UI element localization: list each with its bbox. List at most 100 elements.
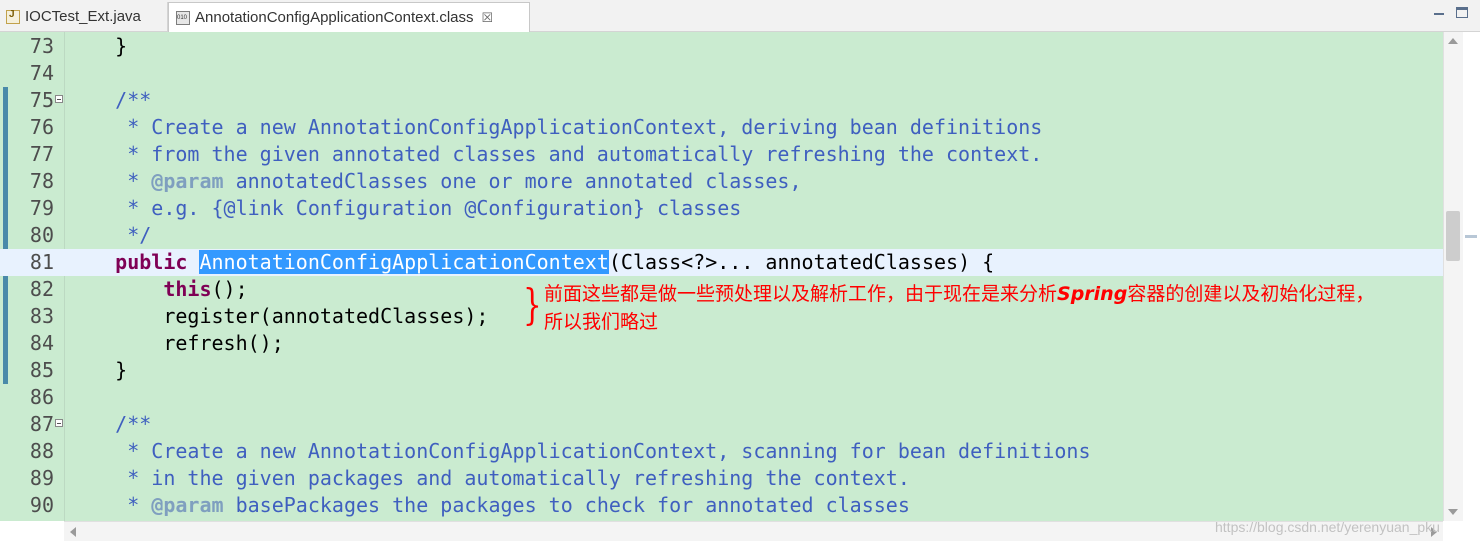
- code-token: /**: [67, 412, 152, 436]
- code-token: ();: [211, 277, 248, 301]
- line-number: 86: [29, 385, 54, 409]
- line-number: 81: [29, 250, 54, 274]
- line-number: 80: [29, 223, 54, 247]
- scroll-down-icon[interactable]: [1448, 509, 1458, 515]
- code-token: *: [67, 169, 152, 193]
- code-line[interactable]: 75 /**: [0, 87, 1443, 114]
- line-number: 89: [29, 466, 54, 490]
- line-number: 79: [29, 196, 54, 220]
- code-token: * Create a new AnnotationConfigApplicati…: [67, 115, 1043, 139]
- class-file-icon: [176, 10, 190, 25]
- minimize-icon[interactable]: [1432, 6, 1446, 20]
- line-number: 77: [29, 142, 54, 166]
- code-text: * @param basePackages the packages to ch…: [67, 492, 910, 519]
- code-line[interactable]: 88 * Create a new AnnotationConfigApplic…: [0, 438, 1443, 465]
- code-text: * from the given annotated classes and a…: [67, 141, 1042, 168]
- java-file-icon: [6, 9, 20, 24]
- editor-tab-bar: IOCTest_Ext.java AnnotationConfigApplica…: [0, 0, 1480, 32]
- code-text: * e.g. {@link Configuration @Configurati…: [67, 195, 741, 222]
- code-token: * in the given packages and automaticall…: [67, 466, 910, 490]
- code-line[interactable]: 74: [0, 60, 1443, 87]
- code-token: *: [67, 493, 152, 517]
- code-text: /**: [67, 87, 151, 114]
- code-token: refresh();: [67, 331, 284, 355]
- scroll-left-icon[interactable]: [70, 527, 76, 537]
- line-number: 88: [29, 439, 54, 463]
- code-text: register(annotatedClasses);: [67, 303, 488, 330]
- code-token: /**: [67, 88, 152, 112]
- code-line[interactable]: 87 /**: [0, 411, 1443, 438]
- code-token: */: [67, 223, 152, 247]
- code-token: @param: [151, 169, 224, 193]
- selected-token: AnnotationConfigApplicationContext: [199, 250, 609, 274]
- code-text: }: [67, 33, 127, 60]
- tab-ioctest-ext[interactable]: IOCTest_Ext.java: [0, 2, 168, 31]
- line-number: 84: [29, 331, 54, 355]
- code-text: * @param annotatedClasses one or more an…: [67, 168, 802, 195]
- tab-label: AnnotationConfigApplicationContext.class: [195, 9, 474, 26]
- code-line[interactable]: 85 }: [0, 357, 1443, 384]
- code-line[interactable]: 90 * @param basePackages the packages to…: [0, 492, 1443, 519]
- code-token: * e.g. {@link Configuration @Configurati…: [67, 196, 742, 220]
- line-number: 73: [29, 34, 54, 58]
- line-number: 78: [29, 169, 54, 193]
- vertical-scrollbar[interactable]: [1443, 32, 1463, 521]
- code-token: public: [115, 250, 188, 274]
- code-token: }: [67, 358, 128, 382]
- code-text: refresh();: [67, 330, 284, 357]
- code-token: basePackages the packages to check for a…: [223, 493, 910, 517]
- code-token: * Create a new AnnotationConfigApplicati…: [67, 439, 1091, 463]
- code-text: }: [67, 357, 127, 384]
- code-editor[interactable]: 73 } 74 75 /** 76 * Create a new Annotation…: [0, 32, 1462, 521]
- line-number: 82: [29, 277, 54, 301]
- code-line[interactable]: 80 */: [0, 222, 1443, 249]
- scroll-up-icon[interactable]: [1448, 38, 1458, 44]
- code-text: this();: [67, 276, 248, 303]
- fold-toggle-icon[interactable]: [55, 95, 63, 103]
- annotation-spring: Spring: [1057, 283, 1128, 305]
- annotation-brace: }: [523, 280, 542, 329]
- code-line[interactable]: 79 * e.g. {@link Configuration @Configur…: [0, 195, 1443, 222]
- code-line[interactable]: 89 * in the given packages and automatic…: [0, 465, 1443, 492]
- line-number: 74: [29, 61, 54, 85]
- code-token: }: [67, 34, 128, 58]
- tab-label: IOCTest_Ext.java: [25, 8, 141, 25]
- code-token: * from the given annotated classes and a…: [67, 142, 1043, 166]
- watermark: https://blog.csdn.net/yerenyuan_pku: [1215, 519, 1440, 535]
- line-number: 85: [29, 358, 54, 382]
- code-line[interactable]: 73 }: [0, 33, 1443, 60]
- scroll-thumb[interactable]: [1446, 211, 1460, 261]
- code-text: * Create a new AnnotationConfigApplicati…: [67, 438, 1091, 465]
- maximize-icon[interactable]: [1456, 7, 1468, 18]
- line-number: 76: [29, 115, 54, 139]
- code-text: */: [67, 222, 151, 249]
- code-line[interactable]: 86: [0, 384, 1443, 411]
- code-token: (Class<?>... annotatedClasses) {: [608, 250, 995, 274]
- code-text: public AnnotationConfigApplicationContex…: [67, 249, 994, 276]
- line-number: 87: [29, 412, 54, 436]
- overview-ruler: [1463, 32, 1480, 521]
- close-tab-icon[interactable]: ☒: [482, 10, 494, 26]
- code-token: annotatedClasses one or more annotated c…: [223, 169, 802, 193]
- code-text: * in the given packages and automaticall…: [67, 465, 910, 492]
- line-number: 83: [29, 304, 54, 328]
- code-line[interactable]: 78 * @param annotatedClasses one or more…: [0, 168, 1443, 195]
- ruler-marker[interactable]: [1465, 235, 1477, 238]
- line-number: 75: [29, 88, 54, 112]
- line-number: 90: [29, 493, 54, 517]
- code-line[interactable]: 76 * Create a new AnnotationConfigApplic…: [0, 114, 1443, 141]
- code-token: register(annotatedClasses);: [67, 304, 489, 328]
- code-text: * Create a new AnnotationConfigApplicati…: [67, 114, 1042, 141]
- code-line[interactable]: 77 * from the given annotated classes an…: [0, 141, 1443, 168]
- code-line[interactable]: 81 public AnnotationConfigApplicationCon…: [0, 249, 1443, 276]
- tab-annotation-config-application-context[interactable]: AnnotationConfigApplicationContext.class…: [168, 2, 530, 32]
- fold-toggle-icon[interactable]: [55, 419, 63, 427]
- code-token: @param: [151, 493, 224, 517]
- code-token: this: [163, 277, 212, 301]
- annotation-text-1: 前面这些都是做一些预处理以及解析工作，由于现在是来分析: [544, 283, 1058, 305]
- annotation-note: 前面这些都是做一些预处理以及解析工作，由于现在是来分析Spring容器的创建以及…: [544, 280, 1384, 336]
- code-text: /**: [67, 411, 151, 438]
